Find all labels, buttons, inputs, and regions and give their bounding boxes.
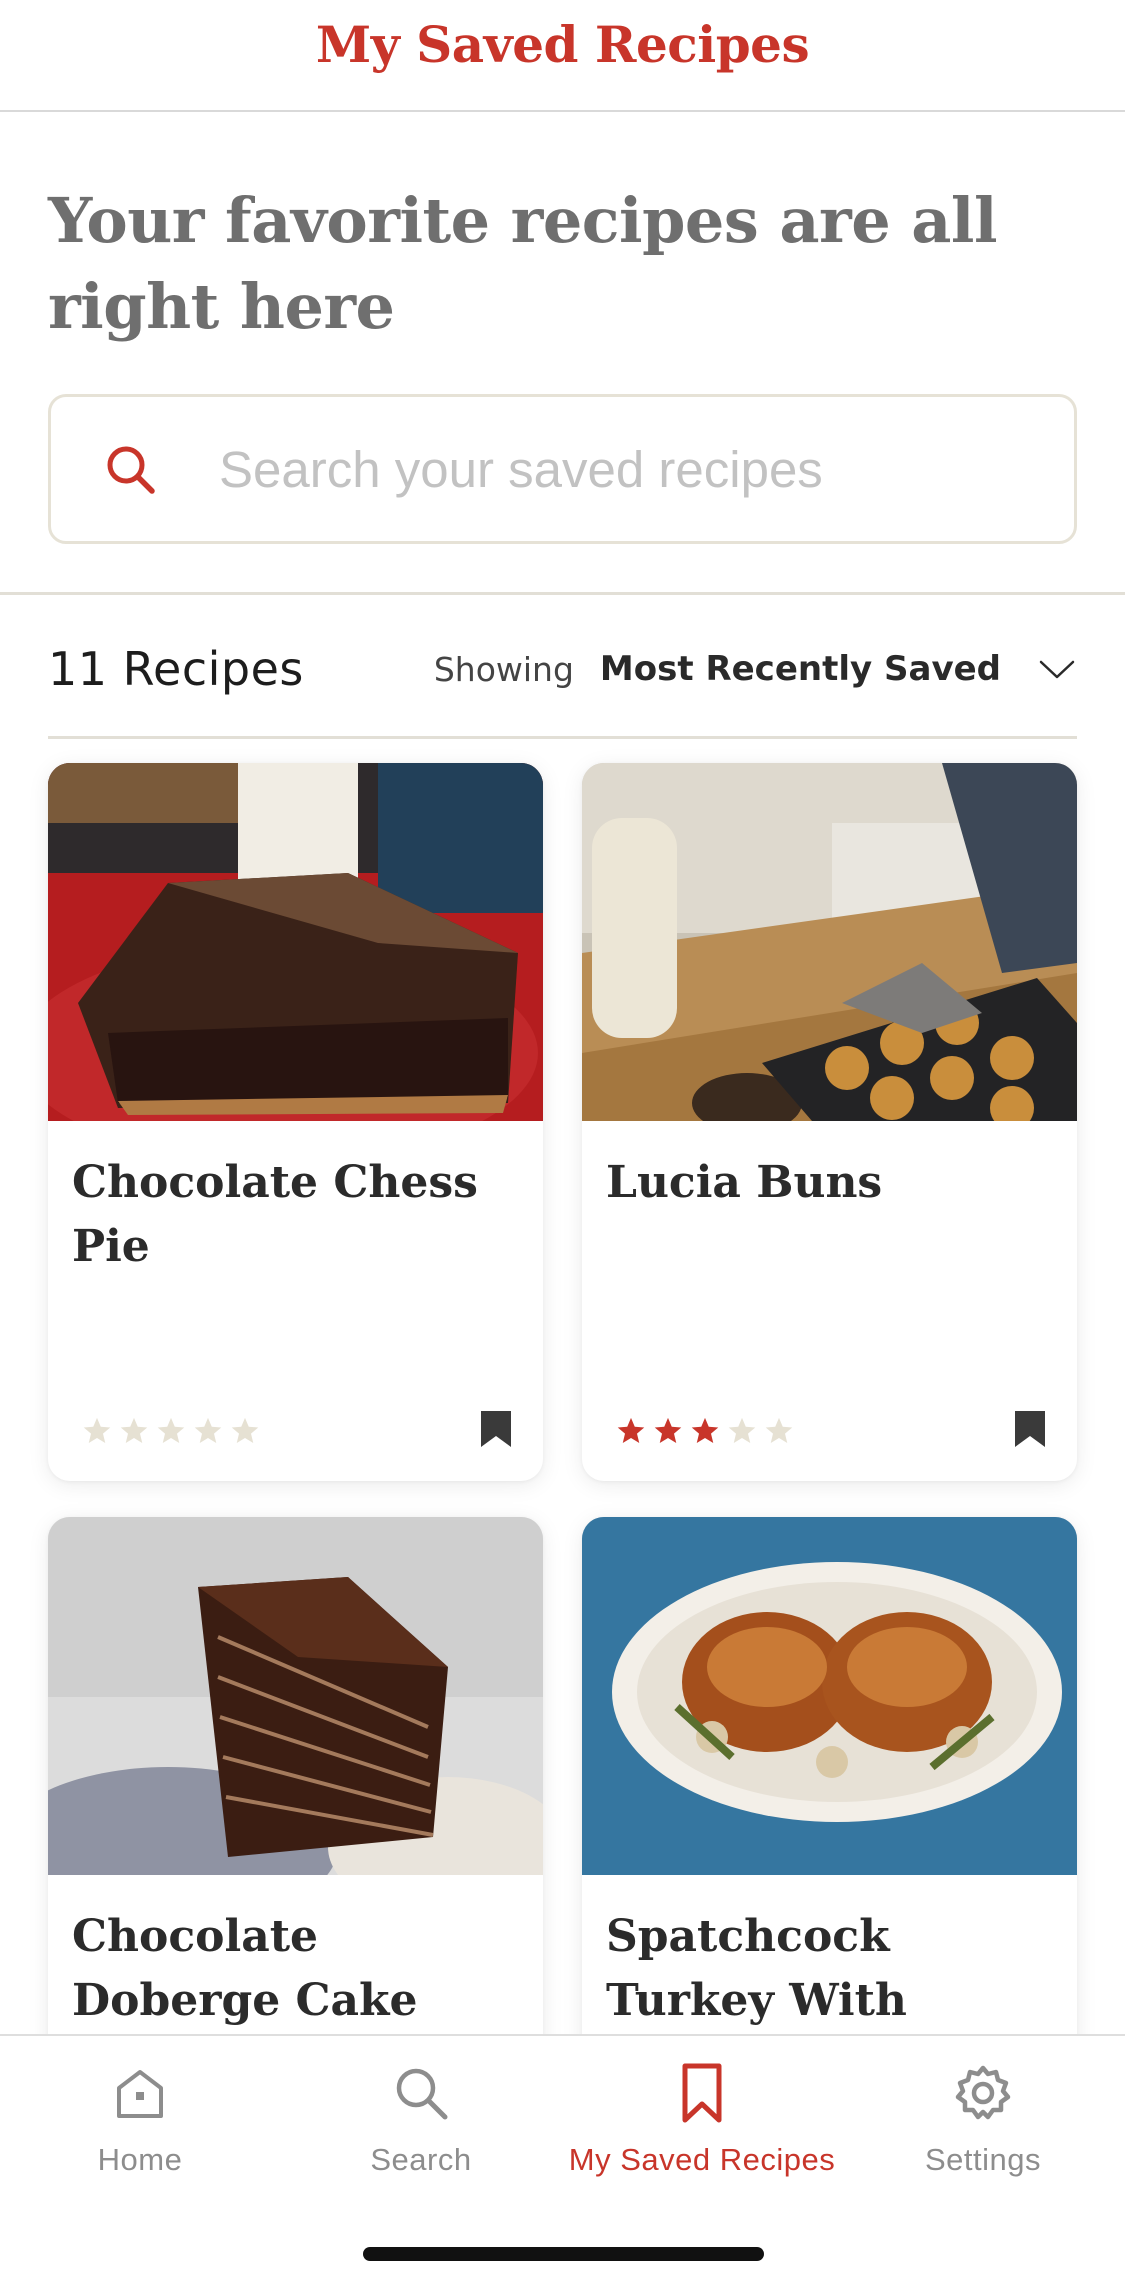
rating-stars (82, 1416, 260, 1446)
star-icon (83, 1417, 111, 1443)
sort-selected-value[interactable]: Most Recently Saved (600, 649, 1001, 689)
section-divider (0, 592, 1125, 595)
tab-my-saved-recipes[interactable]: My Saved Recipes (562, 2062, 842, 2178)
star-icon (231, 1417, 259, 1443)
rating-stars (616, 1416, 794, 1446)
home-indicator[interactable] (363, 2247, 764, 2261)
list-toolbar: 11 Recipes Showing Most Recently Saved (48, 622, 1077, 716)
tab-settings[interactable]: Settings (843, 2062, 1123, 2178)
star-icon (157, 1417, 185, 1443)
recipe-count: 11 Recipes (48, 642, 304, 696)
tab-search[interactable]: Search (281, 2062, 561, 2178)
app-header: My Saved Recipes (0, 0, 1125, 112)
search-input[interactable] (219, 397, 1054, 541)
list-divider (48, 736, 1077, 739)
bookmark-icon[interactable] (671, 2062, 733, 2124)
page-title: My Saved Recipes (315, 14, 810, 74)
chocolate-pie-slice-photo (48, 763, 543, 1121)
tab-label: My Saved Recipes (568, 2142, 836, 2177)
star-icon (120, 1417, 148, 1443)
recipe-card[interactable]: Chocolate Chess Pie (48, 763, 543, 1481)
star-icon (194, 1417, 222, 1443)
chevron-down-icon[interactable] (1037, 649, 1077, 689)
search-icon[interactable] (390, 2062, 452, 2124)
tab-label: Home (97, 2142, 183, 2177)
star-icon (765, 1417, 793, 1443)
sort-dropdown[interactable]: Showing Most Recently Saved (434, 649, 1077, 689)
home-icon[interactable] (109, 2062, 171, 2124)
sort-prefix-label: Showing (433, 649, 574, 689)
bookmark-icon[interactable] (479, 1409, 513, 1449)
gear-icon[interactable] (952, 2062, 1014, 2124)
search-icon (107, 446, 155, 494)
doberge-cake-slice-photo (48, 1517, 543, 1875)
lucia-buns-tray-photo (582, 763, 1077, 1121)
star-icon (728, 1417, 756, 1443)
bookmark-icon[interactable] (1013, 1409, 1047, 1449)
recipe-title[interactable]: Lucia Buns (606, 1151, 1056, 1215)
star-icon (691, 1417, 719, 1443)
roast-turkey-platter-photo (582, 1517, 1077, 1875)
tab-label: Settings (924, 2142, 1041, 2177)
tab-label: Search (370, 2142, 472, 2177)
tab-home[interactable]: Home (0, 2062, 280, 2178)
recipe-title[interactable]: Chocolate Doberge Cake (72, 1905, 522, 2033)
recipe-title[interactable]: Chocolate Chess Pie (72, 1151, 522, 1279)
star-icon (617, 1417, 645, 1443)
star-icon (654, 1417, 682, 1443)
hero-title: Your favorite recipes are all right here (48, 184, 998, 343)
recipe-card[interactable]: Lucia Buns (582, 763, 1077, 1481)
search-box[interactable] (48, 394, 1077, 544)
